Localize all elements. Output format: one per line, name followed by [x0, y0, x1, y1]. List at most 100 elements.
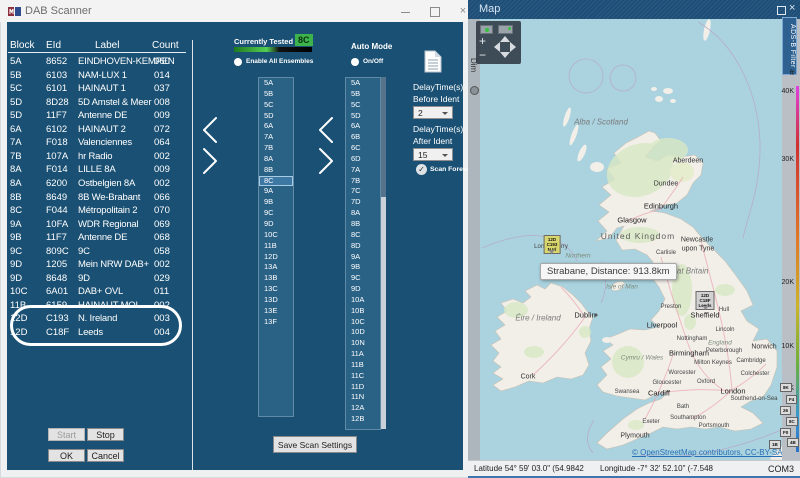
table-row[interactable]: 7B 107A hr Radio 002 — [10, 150, 190, 164]
list-item-13D[interactable]: 13D — [259, 295, 293, 306]
table-row[interactable]: 5A 8652 EINDHOVEN-KEMPEN 060 — [10, 55, 190, 69]
list-item-7B[interactable]: 7B — [259, 143, 293, 154]
list-item-11B[interactable]: 11B — [346, 360, 380, 371]
table-row[interactable]: 5D 8D28 5D Amstel & Meer 008 — [10, 96, 190, 110]
auto-list-scrollbar-thumb[interactable] — [381, 77, 386, 197]
list-item-7D[interactable]: 7D — [346, 197, 380, 208]
list-item-13A[interactable]: 13A — [259, 262, 293, 273]
list-item-5C[interactable]: 5C — [346, 100, 380, 111]
list-item-6A[interactable]: 6A — [346, 121, 380, 132]
list-item-8D[interactable]: 8D — [346, 241, 380, 252]
list-item-8A[interactable]: 8A — [346, 208, 380, 219]
table-row[interactable]: 9D 8648 9D 029 — [10, 272, 190, 286]
table-row[interactable]: 10C 6A01 DAB+ OVL 011 — [10, 285, 190, 299]
list-item-11B[interactable]: 11B — [259, 241, 293, 252]
maximize-icon[interactable] — [430, 7, 440, 17]
enable-all-radio[interactable] — [234, 58, 242, 66]
map-title-bar[interactable] — [468, 0, 800, 19]
table-row[interactable]: 7A F018 Valenciennes 064 — [10, 136, 190, 150]
move-right-arrow-1[interactable] — [201, 147, 219, 175]
list-item-5D[interactable]: 5D — [346, 111, 380, 122]
list-item-9C[interactable]: 9C — [259, 208, 293, 219]
list-item-6B[interactable]: 6B — [346, 132, 380, 143]
table-row[interactable]: 9A 10FA WDR Regional 069 — [10, 218, 190, 232]
list-item-10C[interactable]: 10C — [259, 230, 293, 241]
map-marker-cluster-item[interactable]: 8C — [786, 417, 798, 426]
table-row[interactable]: 5D 11F7 Antenne DE 009 — [10, 109, 190, 123]
map-marker-cluster-item[interactable]: 8K — [780, 383, 792, 392]
auto-mode-list[interactable]: 5A 5B 5C 5D 6A 6B 6C 6D 7A 7B 7C 7D 8A 8B 8C 8D 9A 9B 9C 9D… — [345, 77, 381, 430]
list-item-9B[interactable]: 9B — [259, 197, 293, 208]
list-item-8C[interactable]: 8C — [259, 175, 293, 187]
move-left-arrow-1[interactable] — [201, 116, 219, 144]
list-item-6C[interactable]: 6C — [346, 143, 380, 154]
layer-button[interactable] — [498, 25, 513, 34]
table-row[interactable]: 8A F014 LILLE 8A 009 — [10, 163, 190, 177]
list-item-8C[interactable]: 8C — [346, 230, 380, 241]
ok-button[interactable]: OK — [48, 449, 85, 462]
list-item-5B[interactable]: 5B — [259, 89, 293, 100]
map-marker[interactable]: 12D C18F Leeds — [695, 291, 715, 310]
adsb-filter-tab[interactable]: ADS-B Filter — [782, 17, 797, 75]
table-row[interactable]: 9B 11F7 Antenne DE 068 — [10, 231, 190, 245]
list-item-5C[interactable]: 5C — [259, 100, 293, 111]
list-item-9B[interactable]: 9B — [346, 262, 380, 273]
list-item-13F[interactable]: 13F — [259, 317, 293, 328]
list-item-11N[interactable]: 11N — [346, 392, 380, 403]
list-item-9D[interactable]: 9D — [259, 219, 293, 230]
zoom-in-icon[interactable]: + — [479, 35, 486, 47]
move-left-arrow-2[interactable] — [317, 116, 335, 144]
list-item-7A[interactable]: 7A — [346, 165, 380, 176]
table-row[interactable]: 6A 6102 HAINAUT 2 072 — [10, 123, 190, 137]
osm-attribution-link[interactable]: © OpenStreetMap contributors, CC-BY-SA — [632, 448, 782, 457]
minimize-button[interactable] — [398, 3, 414, 19]
list-item-10C[interactable]: 10C — [346, 317, 380, 328]
map-maximize-icon[interactable] — [777, 6, 786, 15]
list-item-10D[interactable]: 10D — [346, 327, 380, 338]
save-scan-settings-button[interactable]: Save Scan Settings — [273, 436, 357, 453]
table-row[interactable]: 8C F044 Métropolitain 2 070 — [10, 204, 190, 218]
list-item-6D[interactable]: 6D — [346, 154, 380, 165]
list-item-10B[interactable]: 10B — [346, 306, 380, 317]
list-item-8B[interactable]: 8B — [346, 219, 380, 230]
dim-knob[interactable] — [470, 86, 479, 95]
list-item-9C[interactable]: 9C — [346, 273, 380, 284]
map-close-icon[interactable]: × — [789, 2, 795, 14]
table-row[interactable]: 9D 1205 Mein NRW DAB+ 002 — [10, 258, 190, 272]
list-item-5A[interactable]: 5A — [259, 78, 293, 89]
list-item-13C[interactable]: 13C — [259, 284, 293, 295]
map-marker-cluster-item[interactable]: 26 — [780, 406, 792, 415]
map-marker[interactable]: 12D C193 N.Irl — [543, 235, 561, 254]
list-item-10A[interactable]: 10A — [346, 295, 380, 306]
list-item-8B[interactable]: 8B — [259, 165, 293, 176]
pan-dpad-icon[interactable] — [492, 34, 518, 60]
list-item-5B[interactable]: 5B — [346, 89, 380, 100]
map-marker-cluster-item[interactable]: 1B — [769, 440, 781, 449]
list-item-11D[interactable]: 11D — [346, 382, 380, 393]
scan-forever-checkbox[interactable]: ✓ — [416, 164, 427, 175]
list-item-12A[interactable]: 12A — [346, 403, 380, 414]
map-marker-cluster-item[interactable]: 4B — [787, 438, 799, 447]
table-row[interactable]: 5B 6103 NAM-LUX 1 014 — [10, 69, 190, 83]
tested-ensembles-list[interactable]: 5A 5B 5C 5D 6A 7A 7B 8A 8B 8C 9A 9B 9C 9D 10C 11B 12D 13A… — [258, 77, 294, 417]
map-marker-cluster-item[interactable]: F0 — [780, 428, 792, 437]
table-row[interactable]: 9C 809C 9C 058 — [10, 245, 190, 259]
list-item-11C[interactable]: 11C — [346, 371, 380, 382]
list-item-9A[interactable]: 9A — [259, 186, 293, 197]
list-item-13B[interactable]: 13B — [259, 273, 293, 284]
list-item-5A[interactable]: 5A — [346, 78, 380, 89]
document-icon[interactable] — [424, 50, 442, 73]
table-row[interactable]: 8B 8649 8B We-Brabant 066 — [10, 191, 190, 205]
list-item-9A[interactable]: 9A — [346, 252, 380, 263]
table-row[interactable]: 5C 6101 HAINAUT 1 037 — [10, 82, 190, 96]
list-item-7B[interactable]: 7B — [346, 176, 380, 187]
list-item-9D[interactable]: 9D — [346, 284, 380, 295]
list-item-12D[interactable]: 12D — [259, 252, 293, 263]
list-item-7A[interactable]: 7A — [259, 132, 293, 143]
move-right-arrow-2[interactable] — [317, 147, 335, 175]
delay-before-dropdown[interactable]: 2 — [413, 106, 453, 119]
list-item-7C[interactable]: 7C — [346, 186, 380, 197]
track-button[interactable] — [480, 25, 493, 34]
map-marker-cluster-item[interactable]: F4 — [786, 395, 798, 404]
start-button[interactable]: Start — [48, 428, 85, 441]
